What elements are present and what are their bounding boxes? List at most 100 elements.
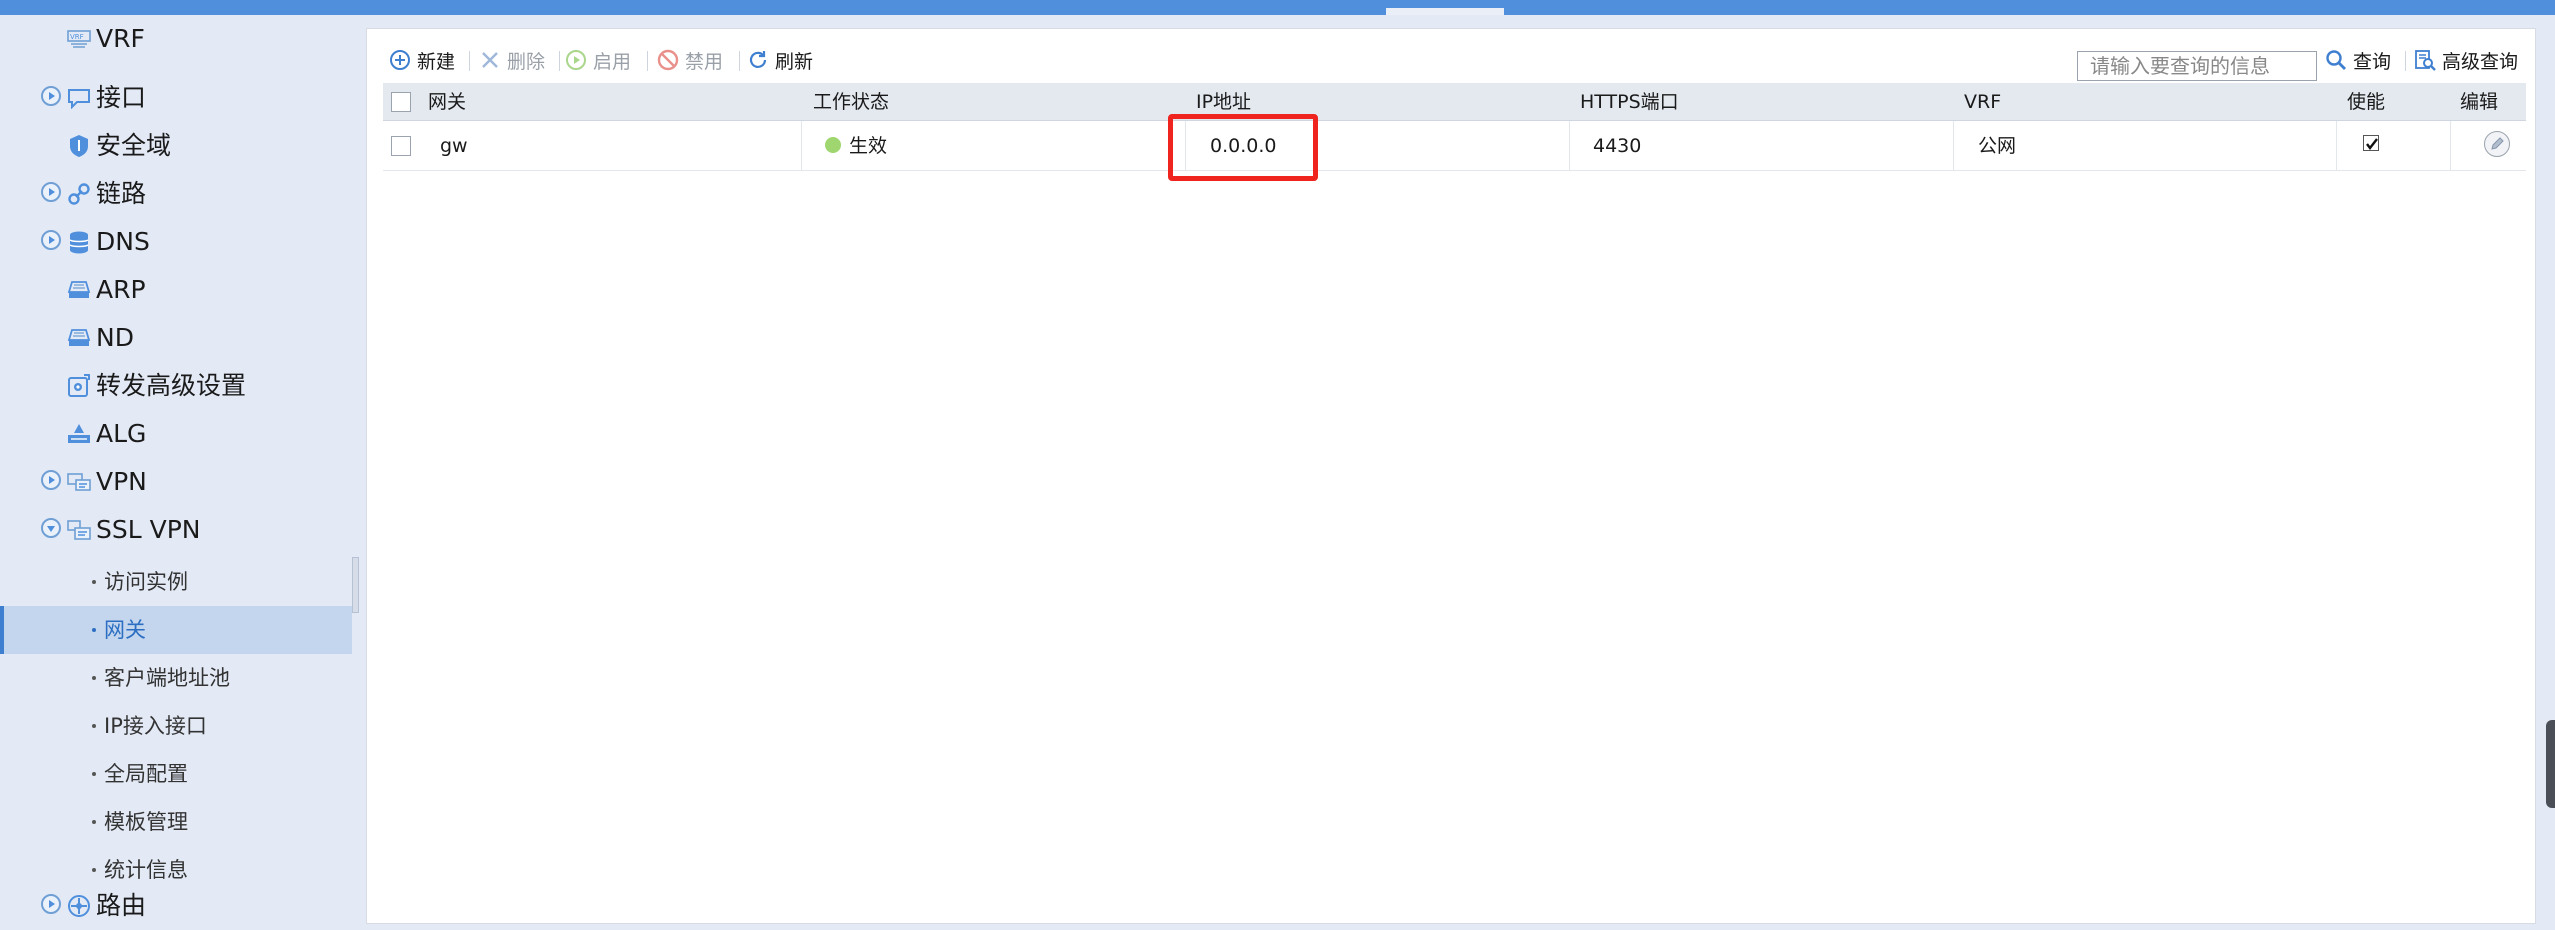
expand-icon[interactable] — [41, 86, 61, 106]
status-cell: 生效 — [825, 121, 887, 171]
advanced-query-button-label: 高级查询 — [2442, 50, 2519, 73]
delete-button-label: 删除 — [507, 50, 546, 73]
bullet-icon — [92, 820, 96, 824]
sidebar-item-vpn[interactable]: VPN — [0, 458, 352, 506]
sidebar-item-dns[interactable]: DNS — [0, 218, 352, 266]
sidebar-item-security-zone[interactable]: 安全域 — [0, 122, 352, 170]
active-tab-indicator[interactable] — [1386, 8, 1504, 15]
sidebar-item-nd[interactable]: ND — [0, 314, 352, 362]
sidebar-subitem-label: 客户端地址池 — [104, 666, 230, 690]
advanced-query-button[interactable]: 高级查询 — [2414, 46, 2518, 74]
column-divider — [1569, 121, 1570, 171]
sidebar-subitem-access-instance[interactable]: 访问实例 — [0, 558, 352, 606]
sidebar-item-alg[interactable]: ALG — [0, 410, 352, 458]
disable-button[interactable]: 禁用 — [657, 46, 723, 74]
sidebar-item-label: 接口 — [96, 83, 147, 112]
search-input[interactable] — [2077, 51, 2317, 81]
bullet-icon — [92, 868, 96, 872]
expand-icon[interactable] — [41, 230, 61, 250]
sidebar-subitem-label: 网关 — [104, 618, 146, 642]
sidebar-item-label: ALG — [96, 419, 147, 448]
toolbar-divider — [2405, 51, 2406, 71]
column-header-gateway[interactable]: 网关 — [428, 83, 466, 121]
sidebar-item-ssl-vpn[interactable]: SSL VPN — [0, 506, 352, 554]
bullet-icon — [92, 772, 96, 776]
status-text: 生效 — [849, 135, 888, 157]
status-active-icon — [825, 137, 841, 153]
https-port-cell: 4430 — [1593, 135, 1642, 157]
advanced-search-icon — [2414, 49, 2436, 71]
link-icon — [66, 181, 92, 207]
select-all-checkbox[interactable] — [391, 92, 411, 112]
search-icon — [2325, 49, 2347, 71]
new-button[interactable]: 新建 — [389, 46, 455, 74]
column-header-enable[interactable]: 使能 — [2347, 83, 2385, 121]
column-header-vrf[interactable]: VRF — [1964, 83, 2001, 121]
side-tool-handle[interactable] — [2546, 720, 2555, 808]
delete-button[interactable]: 删除 — [479, 46, 545, 74]
sidebar-subitem-template-management[interactable]: 模板管理 — [0, 798, 352, 846]
refresh-icon — [747, 49, 769, 71]
sidebar-item-routing[interactable]: 路由 — [0, 882, 352, 930]
sidebar-subitem-client-address-pool[interactable]: 客户端地址池 — [0, 654, 352, 702]
ip-address-highlight-box — [1168, 114, 1318, 181]
expand-icon[interactable] — [41, 470, 61, 490]
bullet-icon — [92, 676, 96, 680]
new-button-label: 新建 — [417, 50, 456, 73]
dns-icon — [66, 229, 92, 255]
sidebar-item-label: ARP — [96, 275, 146, 304]
sidebar-subitem-global-config[interactable]: 全局配置 — [0, 750, 352, 798]
sidebar-collapse-handle[interactable] — [352, 557, 359, 613]
expand-icon[interactable] — [41, 182, 61, 202]
sidebar-item-vrf[interactable]: VRF VRF — [0, 15, 352, 63]
alg-icon — [66, 421, 92, 447]
routing-icon — [66, 893, 92, 919]
security-zone-icon — [66, 133, 92, 159]
sidebar-item-label: ND — [96, 323, 134, 352]
sidebar-item-forwarding-settings[interactable]: 转发高级设置 — [0, 362, 352, 410]
main-panel: 新建 删除 启用 禁用 刷新 请输入要查询的信息 查询 高级查询 网关 工作状态… — [366, 28, 2536, 924]
sidebar-item-label: 转发高级设置 — [96, 371, 247, 400]
enable-button[interactable]: 启用 — [565, 46, 631, 74]
sidebar-subitem-label: IP接入接口 — [104, 714, 207, 738]
gateway-name-cell: gw — [440, 135, 468, 157]
close-icon — [479, 49, 501, 71]
table-row[interactable]: gw 生效 0.0.0.0 4430 公网 — [383, 121, 2526, 171]
column-divider — [801, 121, 802, 171]
ssl-vpn-icon — [66, 517, 92, 543]
pencil-icon — [2491, 137, 2504, 150]
forbidden-icon — [657, 49, 679, 71]
sidebar-item-link[interactable]: 链路 — [0, 170, 352, 218]
table-header: 网关 工作状态 IP地址 HTTPS端口 VRF 使能 编辑 — [383, 83, 2526, 121]
column-divider — [1953, 121, 1954, 171]
forwarding-settings-icon — [66, 373, 92, 399]
bullet-icon — [92, 580, 96, 584]
sidebar-item-label: DNS — [96, 227, 150, 256]
toolbar-divider — [469, 51, 470, 71]
column-divider — [2336, 121, 2337, 171]
bullet-icon — [92, 628, 96, 632]
column-divider — [2450, 121, 2451, 171]
column-header-https-port[interactable]: HTTPS端口 — [1580, 83, 1679, 121]
toolbar-divider — [739, 51, 740, 71]
collapse-icon[interactable] — [41, 518, 61, 538]
nd-icon — [66, 325, 92, 351]
sidebar-subitem-gateway[interactable]: 网关 — [0, 606, 352, 654]
column-header-status[interactable]: 工作状态 — [813, 83, 889, 121]
toolbar-divider — [647, 51, 648, 71]
sidebar-item-interface[interactable]: 接口 — [0, 74, 352, 122]
svg-text:VRF: VRF — [70, 33, 84, 41]
add-circle-icon — [389, 49, 411, 71]
sidebar-item-label: SSL VPN — [96, 515, 201, 544]
vrf-cell: 公网 — [1978, 135, 2017, 157]
sidebar-subitem-ip-access-interface[interactable]: IP接入接口 — [0, 702, 352, 750]
sidebar-item-arp[interactable]: ARP — [0, 266, 352, 314]
enable-button-label: 启用 — [593, 50, 632, 73]
enable-checkbox[interactable] — [2363, 135, 2379, 151]
refresh-button[interactable]: 刷新 — [747, 46, 813, 74]
arp-icon — [66, 277, 92, 303]
expand-icon[interactable] — [41, 894, 61, 914]
query-button[interactable]: 查询 — [2325, 46, 2391, 74]
row-checkbox[interactable] — [391, 136, 411, 156]
edit-button[interactable] — [2484, 131, 2510, 157]
